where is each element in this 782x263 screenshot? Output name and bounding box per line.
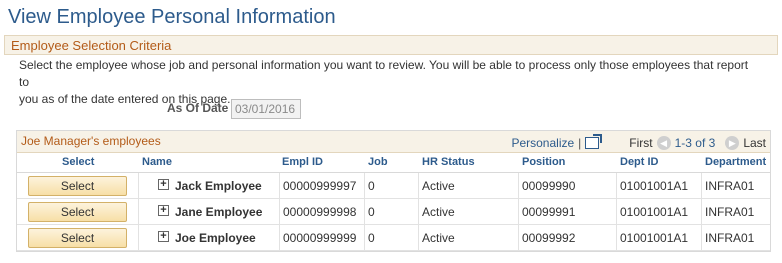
department: INFRA01 [705, 205, 755, 219]
empl-id: 00000999997 [283, 179, 357, 193]
previous-icon[interactable]: ◀ [656, 136, 671, 150]
select-button[interactable]: Select [28, 176, 127, 196]
hr-status: Active [422, 179, 455, 193]
position: 00099992 [522, 231, 576, 245]
grid-title-bar: Joe Manager's employees Personalize | Fi… [17, 131, 770, 153]
job: 0 [368, 179, 375, 193]
table-row: Select + Joe Employee 00000999999 0 Acti… [17, 225, 770, 251]
department: INFRA01 [705, 179, 755, 193]
instructions-line-1: Select the employee whose job and person… [19, 58, 749, 89]
as-of-date-field[interactable] [231, 99, 301, 119]
grid-navigation: Personalize | First ◀ 1-3 of 3 ▶ Last [511, 134, 766, 152]
position: 00099991 [522, 205, 576, 219]
select-button[interactable]: Select [28, 228, 127, 248]
hr-status: Active [422, 231, 455, 245]
empl-id: 00000999998 [283, 205, 357, 219]
personalize-link[interactable]: Personalize [511, 136, 574, 150]
expand-icon[interactable]: + [158, 205, 169, 216]
job: 0 [368, 231, 375, 245]
employee-name: Jane Employee [175, 205, 263, 219]
table-row: Select + Jack Employee 00000999997 0 Act… [17, 173, 770, 199]
grid-title: Joe Manager's employees [21, 134, 161, 148]
last-label: Last [743, 136, 766, 150]
as-of-date-label: As Of Date [167, 101, 229, 115]
empl-id: 00000999999 [283, 231, 357, 245]
instructions-line-2: you as of the date entered on this page. [19, 92, 231, 106]
column-header-job[interactable]: Job [368, 156, 388, 168]
column-header-empl-id[interactable]: Empl ID [282, 156, 323, 168]
employee-name: Jack Employee [175, 179, 262, 193]
column-header-dept-id[interactable]: Dept ID [620, 156, 659, 168]
department: INFRA01 [705, 231, 755, 245]
expand-icon[interactable]: + [158, 179, 169, 190]
select-button[interactable]: Select [28, 202, 127, 222]
employee-name: Joe Employee [175, 231, 256, 245]
nav-separator: | [578, 136, 582, 150]
column-header-position[interactable]: Position [522, 156, 565, 168]
selection-criteria-header: Employee Selection Criteria [4, 35, 778, 55]
expand-icon[interactable]: + [158, 231, 169, 242]
column-header-select: Select [62, 156, 95, 168]
table-header: Select Name Empl ID Job HR Status Positi… [17, 153, 770, 173]
column-header-name[interactable]: Name [142, 156, 172, 168]
view-all-icon[interactable] [585, 134, 603, 149]
column-header-department[interactable]: Department [705, 156, 766, 168]
page-title: View Employee Personal Information [8, 6, 336, 28]
job: 0 [368, 205, 375, 219]
employees-grid: Joe Manager's employees Personalize | Fi… [16, 130, 771, 252]
dept-id: 01001001A1 [620, 231, 689, 245]
next-icon[interactable]: ▶ [725, 136, 740, 150]
position: 00099990 [522, 179, 576, 193]
row-range: 1-3 of 3 [674, 136, 716, 150]
dept-id: 01001001A1 [620, 179, 689, 193]
dept-id: 01001001A1 [620, 205, 689, 219]
first-label: First [629, 136, 653, 150]
instructions-text: Select the employee whose job and person… [19, 57, 759, 108]
hr-status: Active [422, 205, 455, 219]
column-header-hr-status[interactable]: HR Status [422, 156, 475, 168]
table-row: Select + Jane Employee 00000999998 0 Act… [17, 199, 770, 225]
